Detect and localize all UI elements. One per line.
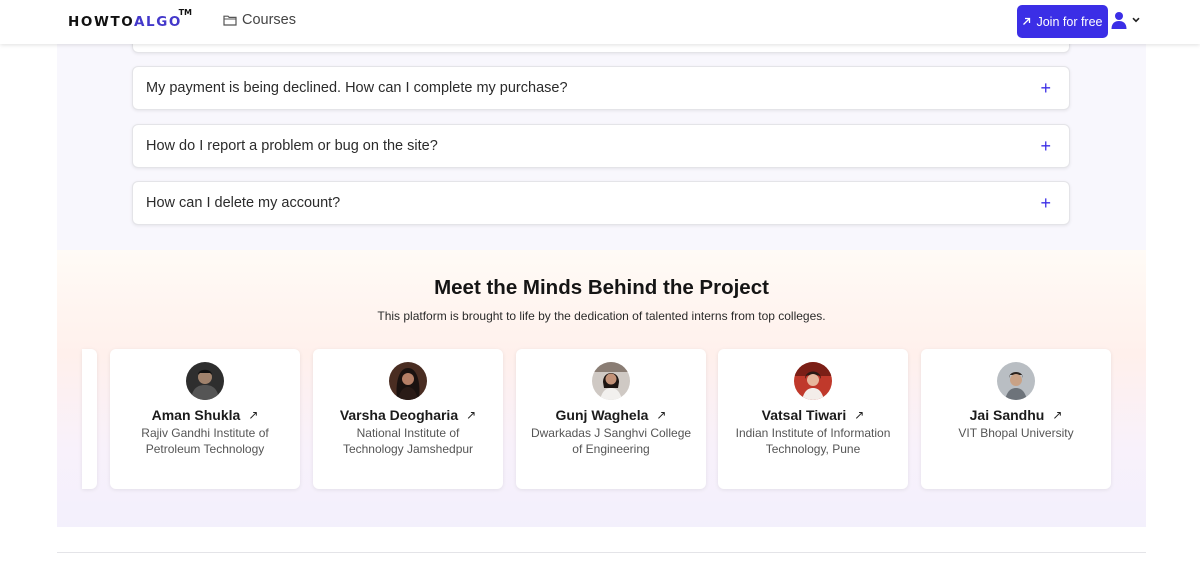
avatar: [997, 362, 1035, 400]
user-icon: [1111, 12, 1127, 29]
logo-trademark: TM: [178, 8, 193, 17]
team-subtitle: This platform is brought to life by the …: [377, 309, 826, 323]
avatar: [186, 362, 224, 400]
member-name: Jai Sandhu: [969, 407, 1045, 423]
folder-icon: [223, 15, 237, 26]
member-college: VIT Bhopal University: [958, 426, 1074, 440]
arrow-up-right-icon[interactable]: ↗: [248, 408, 258, 422]
member-card: Varsha Deogharia ↗ National Institute of…: [313, 349, 503, 489]
member-card: Gunj Waghela ↗ Dwarkadas J Sanghvi Colle…: [516, 349, 706, 489]
member-card-partial: [82, 349, 97, 489]
join-button-label: Join for free: [1036, 14, 1103, 29]
plus-icon[interactable]: +: [1040, 79, 1051, 97]
join-for-free-button[interactable]: Join for free: [1017, 5, 1108, 38]
arrow-up-right-icon[interactable]: ↗: [656, 408, 666, 422]
member-card: Jai Sandhu ↗ VIT Bhopal University: [921, 349, 1111, 489]
logo[interactable]: HOWTOALGO TM: [68, 8, 192, 30]
member-name: Varsha Deogharia: [339, 407, 459, 423]
faq-item[interactable]: How do I report a problem or bug on the …: [132, 124, 1070, 168]
arrow-up-right-icon[interactable]: ↗: [466, 408, 476, 422]
member-college: Dwarkadas J Sanghvi College of Engineeri…: [530, 426, 692, 456]
plus-icon[interactable]: +: [1040, 194, 1051, 212]
faq-item[interactable]: My payment is being declined. How can I …: [132, 66, 1070, 110]
arrow-up-right-icon[interactable]: ↗: [854, 408, 864, 422]
member-college: Rajiv Gandhi Institute of Petroleum Tech…: [141, 426, 269, 456]
arrow-up-right-icon[interactable]: ↗: [1052, 408, 1062, 422]
logo-text-2: ALGO: [134, 14, 183, 30]
faq-item[interactable]: How can I delete my account? +: [132, 181, 1070, 225]
faq-question: How do I report a problem or bug on the …: [146, 138, 438, 154]
top-navbar: HOWTOALGO TM Courses Join for free: [0, 0, 1200, 44]
avatar: [592, 362, 630, 400]
member-name: Aman Shukla: [151, 407, 241, 423]
member-card: Vatsal Tiwari ↗ Indian Institute of Info…: [718, 349, 908, 489]
arrow-up-right-icon: [1023, 17, 1031, 25]
courses-label: Courses: [242, 12, 296, 28]
member-card: Aman Shukla ↗ Rajiv Gandhi Institute of …: [110, 349, 300, 489]
plus-icon[interactable]: +: [1040, 137, 1051, 155]
faq-question: My payment is being declined. How can I …: [146, 80, 568, 96]
member-college: National Institute of Technology Jamshed…: [342, 426, 474, 456]
team-title: Meet the Minds Behind the Project: [434, 276, 769, 299]
team-section: Meet the Minds Behind the Project This p…: [57, 250, 1146, 527]
member-name: Gunj Waghela: [555, 407, 649, 423]
member-college: Indian Institute of Information Technolo…: [735, 426, 891, 456]
faq-question: How can I delete my account?: [146, 195, 341, 211]
member-name: Vatsal Tiwari: [761, 407, 847, 423]
avatar: [794, 362, 832, 400]
avatar: [389, 362, 427, 400]
user-menu[interactable]: [1111, 11, 1140, 29]
logo-text-1: HOWTO: [68, 14, 134, 30]
section-divider: [57, 552, 1146, 553]
chevron-down-icon: [1132, 17, 1140, 23]
courses-nav-link[interactable]: Courses: [223, 12, 296, 28]
